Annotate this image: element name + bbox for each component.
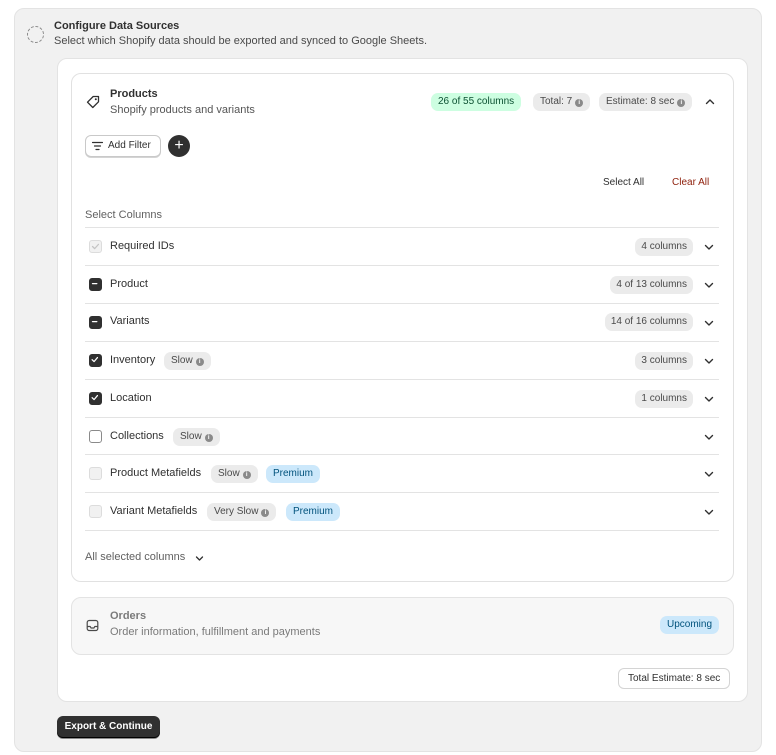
column-count-badge: 4 of 13 columns: [610, 276, 693, 294]
column-group-row[interactable]: Location 1 columns: [85, 379, 719, 417]
chevron-up-icon[interactable]: [704, 96, 716, 108]
column-count-badge: 3 columns: [635, 352, 693, 370]
checkbox-disabled: [89, 467, 102, 480]
orders-subtitle: Order information, fulfillment and payme…: [110, 626, 321, 638]
step-status-icon: [27, 26, 44, 43]
divider: [85, 530, 719, 531]
column-group-row[interactable]: Product Metafields Slow i Premium: [85, 454, 719, 492]
info-icon[interactable]: i: [195, 358, 204, 366]
tag-icon: [86, 95, 100, 109]
premium-badge: Premium: [286, 503, 341, 521]
chevron-down-icon[interactable]: [703, 355, 715, 367]
slow-badge: Slow i: [164, 352, 211, 370]
slow-badge: Slow i: [211, 465, 258, 483]
very-slow-badge: Very Slow i: [207, 503, 277, 521]
info-icon[interactable]: i: [261, 509, 270, 517]
all-selected-columns-toggle[interactable]: All selected columns: [85, 551, 185, 563]
very-slow-badge-label: Very Slow: [214, 506, 259, 517]
info-icon[interactable]: i: [242, 471, 251, 479]
column-group-name: Product: [110, 278, 148, 290]
clear-all-button[interactable]: Clear All: [672, 177, 709, 188]
chevron-down-icon[interactable]: [703, 506, 715, 518]
orders-title: Orders: [110, 610, 147, 622]
step-subtitle: Select which Shopify data should be expo…: [54, 35, 428, 47]
column-group-row[interactable]: Collections Slow i: [85, 417, 719, 455]
column-group-name: Product Metafields: [110, 467, 202, 479]
checkbox-indeterminate[interactable]: [89, 278, 102, 291]
column-count-badge: 14 of 16 columns: [604, 313, 693, 331]
checkbox-indeterminate[interactable]: [89, 316, 102, 329]
column-group-name: Required IDs: [110, 240, 175, 252]
info-icon[interactable]: i: [575, 99, 584, 107]
checkbox-disabled: [89, 505, 102, 518]
chevron-down-icon[interactable]: [194, 553, 205, 564]
column-group-row[interactable]: Required IDs 4 columns: [85, 227, 719, 265]
column-count-badge: 1 columns: [635, 390, 693, 408]
column-count-badge: 4 columns: [635, 238, 693, 256]
add-button[interactable]: +: [168, 135, 190, 157]
filter-icon: [92, 141, 103, 151]
products-subtitle: Shopify products and variants: [110, 104, 255, 116]
total-badge-label: Total: 7: [540, 96, 573, 107]
column-group-row[interactable]: Inventory Slow i 3 columns: [85, 341, 719, 379]
chevron-down-icon[interactable]: [703, 241, 715, 253]
select-all-button[interactable]: Select All: [603, 177, 644, 188]
info-icon[interactable]: i: [677, 99, 686, 107]
inbox-icon: [86, 619, 99, 632]
chevron-down-icon[interactable]: [703, 279, 715, 291]
chevron-down-icon[interactable]: [703, 431, 715, 443]
export-continue-button[interactable]: Export & Continue: [57, 716, 160, 738]
column-group-row[interactable]: Variant Metafields Very Slow i Premium: [85, 492, 719, 530]
columns-count-badge: 26 of 55 columns: [431, 93, 522, 111]
checkbox-checked[interactable]: [89, 392, 102, 405]
slow-badge-label: Slow: [171, 355, 193, 366]
slow-badge-label: Slow: [218, 468, 240, 479]
total-estimate-badge: Total Estimate: 8 sec: [618, 668, 731, 689]
column-group-name: Collections: [110, 430, 164, 442]
estimate-badge: Estimate: 8 sec i: [599, 93, 693, 111]
checkbox-disabled: [89, 240, 102, 253]
upcoming-badge: Upcoming: [660, 616, 720, 634]
chevron-down-icon[interactable]: [703, 468, 715, 480]
select-columns-label: Select Columns: [85, 209, 163, 221]
column-group-name: Inventory: [110, 354, 156, 366]
total-badge: Total: 7i: [533, 93, 591, 111]
estimate-badge-label: Estimate: 8 sec: [606, 96, 675, 107]
slow-badge: Slow i: [173, 428, 220, 446]
column-group-name: Location: [110, 392, 152, 404]
products-title: Products: [110, 88, 158, 100]
checkbox-checked[interactable]: [89, 354, 102, 367]
checkbox-unchecked[interactable]: [89, 430, 102, 443]
chevron-down-icon[interactable]: [703, 317, 715, 329]
column-group-name: Variants: [110, 315, 150, 327]
slow-badge-label: Slow: [180, 431, 202, 442]
column-group-name: Variant Metafields: [110, 505, 198, 517]
chevron-down-icon[interactable]: [703, 393, 715, 405]
column-group-row[interactable]: Variants 14 of 16 columns: [85, 303, 719, 341]
info-icon[interactable]: i: [204, 434, 213, 442]
column-group-row[interactable]: Product 4 of 13 columns: [85, 265, 719, 303]
premium-badge: Premium: [266, 465, 321, 483]
step-title: Configure Data Sources: [54, 20, 180, 32]
